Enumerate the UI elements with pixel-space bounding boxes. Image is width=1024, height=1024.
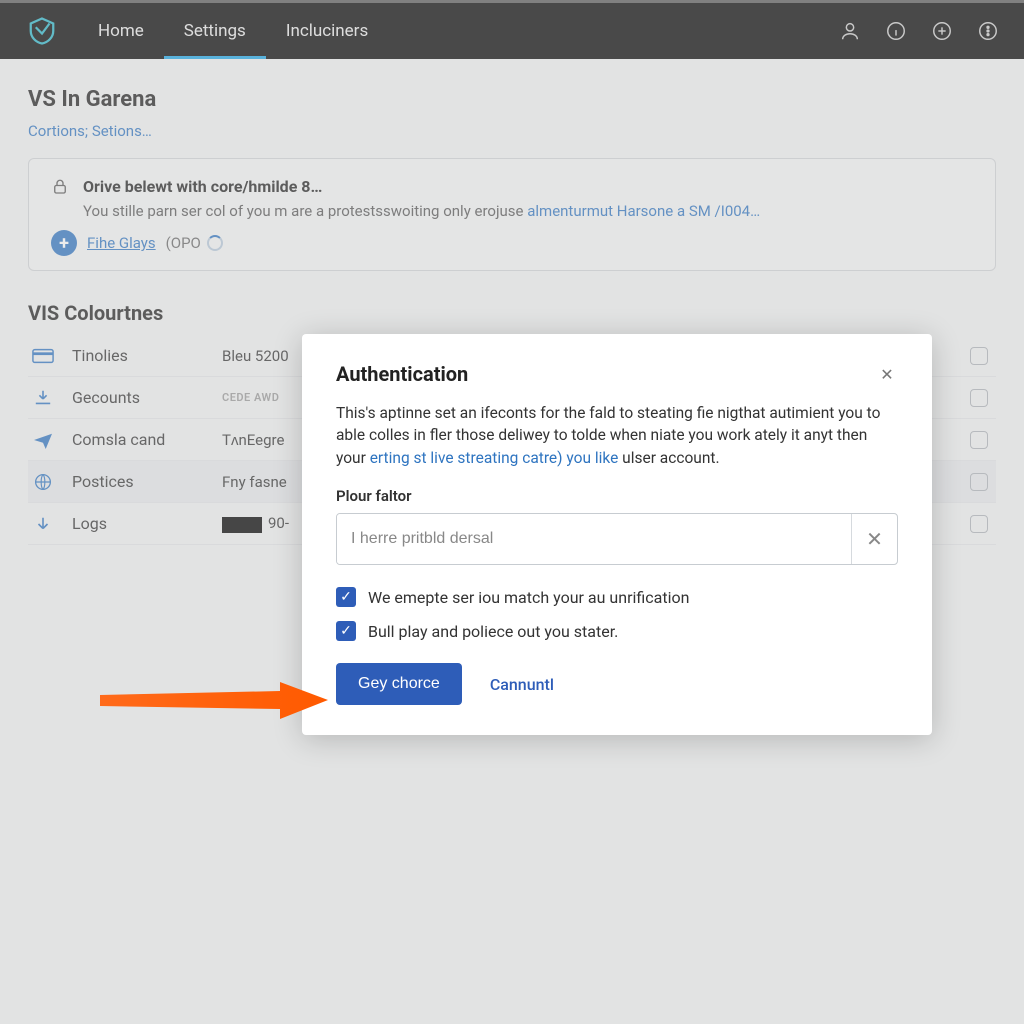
checkbox-1-label: We emepte ser iou match your au unrifica… (368, 588, 689, 607)
clear-input-icon[interactable]: ✕ (851, 514, 897, 564)
checkbox-2[interactable]: ✓ (336, 621, 356, 641)
factor-input[interactable] (337, 514, 851, 564)
cancel-button[interactable]: Cannuntl (490, 675, 554, 694)
auth-modal: Authentication ✕ This's aptinne set an i… (302, 334, 932, 735)
checkbox-2-label: Bull play and poliece out you stater. (368, 622, 618, 641)
close-icon[interactable]: ✕ (876, 363, 898, 385)
modal-description: This's aptinne set an ifeconts for the f… (336, 402, 898, 469)
field-label: Plour faltor (336, 487, 898, 505)
checkbox-1[interactable]: ✓ (336, 587, 356, 607)
modal-title: Authentication (336, 362, 468, 386)
modal-body-link[interactable]: erting st live streating catre) you like (370, 449, 619, 467)
primary-button[interactable]: Gey chorce (336, 663, 462, 705)
